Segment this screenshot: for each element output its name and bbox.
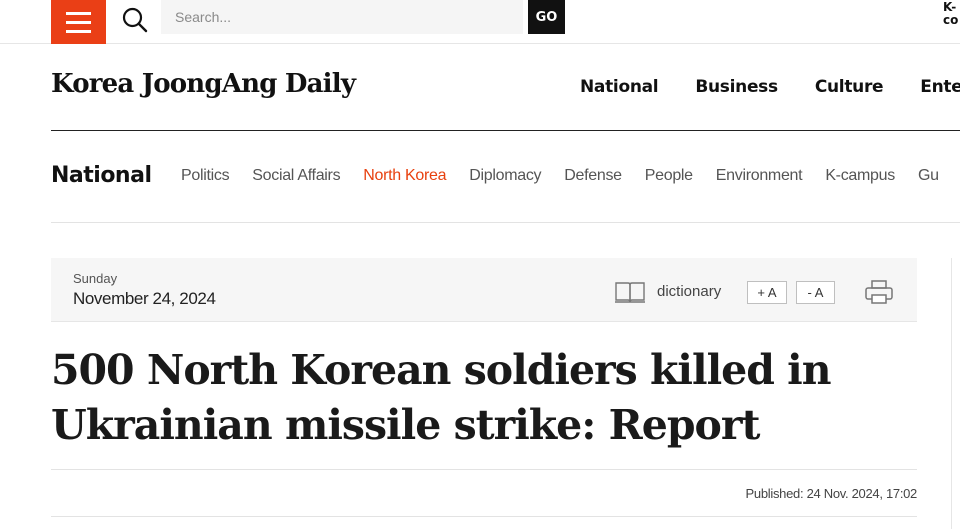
subnav-k-campus[interactable]: K-campus — [825, 167, 895, 185]
sub-nav: Politics Social Affairs North Korea Dipl… — [181, 167, 939, 185]
nav-culture[interactable]: Culture — [815, 77, 884, 97]
article-headline: 500 North Korean soldiers killed in Ukra… — [51, 343, 917, 453]
headline-line-2: Ukrainian missile strike: Report — [51, 401, 760, 449]
divider — [51, 469, 917, 470]
nav-business[interactable]: Business — [695, 77, 778, 97]
subnav-diplomacy[interactable]: Diplomacy — [469, 167, 541, 185]
subnav-defense[interactable]: Defense — [564, 167, 622, 185]
subnav-politics[interactable]: Politics — [181, 167, 230, 185]
site-logo[interactable]: Korea JoongAng Daily — [51, 69, 356, 99]
subnav-north-korea[interactable]: North Korea — [363, 167, 446, 185]
font-decrease-button[interactable]: - A — [796, 281, 835, 304]
font-increase-button[interactable]: + A — [747, 281, 787, 304]
article-toolbar: Sunday November 24, 2024 dictionary + A … — [51, 258, 917, 322]
divider — [51, 516, 917, 517]
search-icon[interactable] — [121, 6, 149, 34]
article-day: Sunday — [73, 271, 118, 286]
nav-entertainment[interactable]: Entert — [920, 77, 960, 97]
sidebar-divider — [951, 258, 952, 529]
published-timestamp: Published: 24 Nov. 2024, 17:02 — [745, 486, 918, 501]
hamburger-menu-icon — [66, 11, 91, 15]
main-nav: National Business Culture Entert — [580, 77, 960, 97]
masthead: Korea JoongAng Daily National Business C… — [51, 44, 960, 131]
article-date: November 24, 2024 — [73, 289, 216, 308]
hamburger-menu-button[interactable] — [51, 0, 106, 44]
nav-national[interactable]: National — [580, 77, 659, 97]
subnav-gu[interactable]: Gu — [918, 167, 939, 185]
section-title[interactable]: National — [51, 163, 152, 188]
print-icon[interactable] — [864, 279, 894, 305]
search-go-button[interactable]: GO — [528, 0, 565, 34]
dictionary-link[interactable]: dictionary — [657, 283, 721, 300]
subnav-environment[interactable]: Environment — [716, 167, 803, 185]
headline-line-1: 500 North Korean soldiers killed in — [51, 346, 832, 394]
section-nav: National Politics Social Affairs North K… — [51, 131, 960, 223]
corner-logo[interactable]: K- co — [943, 1, 958, 27]
book-icon[interactable] — [614, 280, 646, 304]
search-input[interactable] — [161, 0, 523, 34]
top-bar: GO K- co — [0, 0, 960, 44]
subnav-social-affairs[interactable]: Social Affairs — [252, 167, 340, 185]
subnav-people[interactable]: People — [645, 167, 693, 185]
